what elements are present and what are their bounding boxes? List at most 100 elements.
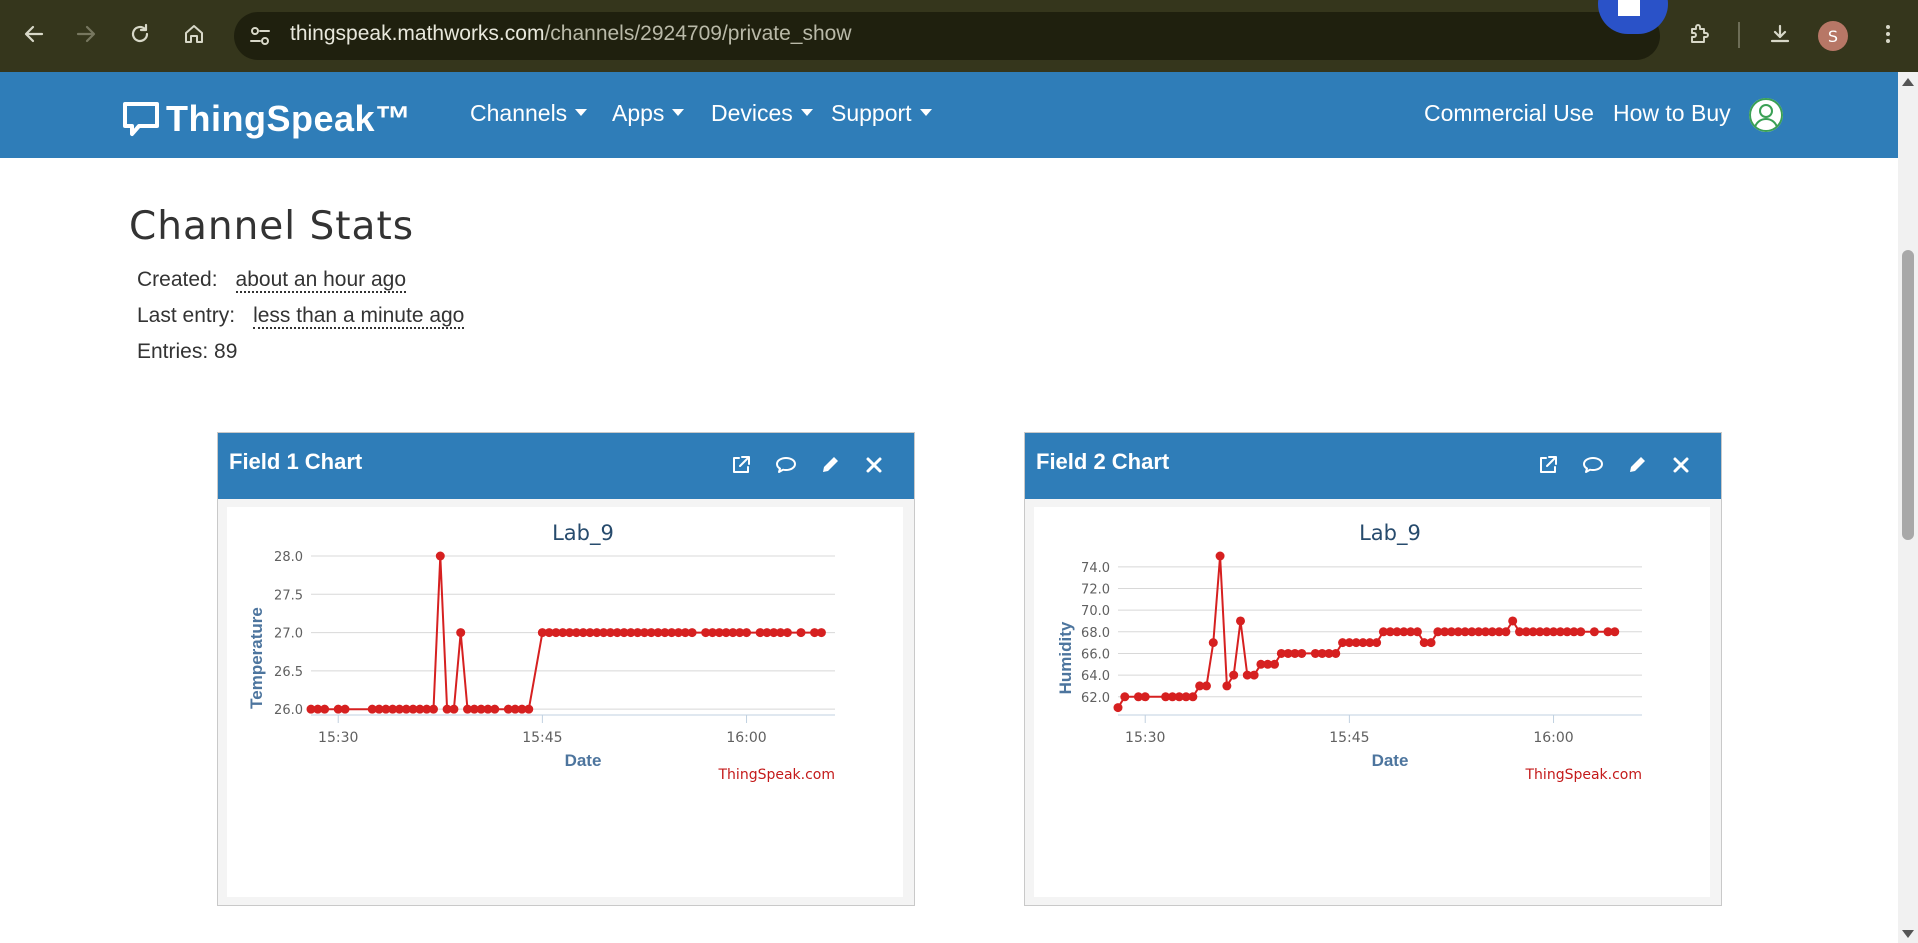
pencil-icon (823, 457, 838, 472)
y-tick-label: 27.5 (274, 588, 303, 603)
back-button[interactable] (16, 16, 52, 52)
download-icon (1770, 24, 1790, 43)
forward-button[interactable] (68, 16, 104, 52)
url-path: /channels/2924709/private_show (544, 22, 852, 45)
edit-button[interactable] (1624, 452, 1650, 478)
data-point (1188, 692, 1198, 702)
url-host: thingspeak.mathworks.com (290, 22, 545, 45)
stat-last-entry: Last entry: less than a minute ago (137, 304, 465, 329)
caret-down-icon (575, 109, 588, 117)
home-icon (185, 25, 203, 43)
reload-icon (131, 23, 149, 43)
data-point (524, 704, 534, 714)
data-point (1229, 670, 1239, 680)
y-tick-label: 70.0 (1081, 604, 1110, 619)
data-point (1426, 638, 1436, 648)
logo-text: ThingSpeak™ (166, 98, 412, 139)
data-point (1610, 627, 1620, 637)
x-tick-label: 15:45 (1329, 730, 1369, 746)
stat-entries: Entries: 89 (137, 340, 238, 363)
extension-letter-icon (1618, 0, 1640, 16)
menu-apps[interactable]: Apps (612, 100, 685, 127)
data-point (435, 551, 445, 561)
y-tick-label: 28.0 (274, 550, 303, 565)
commercial-use-link[interactable]: Commercial Use (1424, 100, 1594, 127)
menu-label: Devices (711, 100, 793, 126)
data-point (687, 628, 697, 638)
menu-devices[interactable]: Devices (711, 100, 813, 127)
toolbar-divider (1738, 22, 1740, 48)
close-icon (866, 457, 882, 473)
open-external-button[interactable] (1535, 452, 1561, 478)
scroll-down-icon[interactable] (1902, 930, 1914, 938)
data-point (1201, 681, 1211, 691)
stat-created: Created: about an hour ago (137, 268, 407, 293)
temperature-chart: Lab_9 Temperature Date ThingSpeak.com 26… (247, 521, 836, 783)
close-button[interactable] (861, 452, 887, 478)
data-point (449, 704, 459, 714)
extensions-button[interactable] (1681, 16, 1717, 52)
profile-avatar[interactable]: S (1818, 21, 1848, 51)
field-2-chart-panel: Field 2 Chart Lab_9 Humidity Date ThingS… (1024, 432, 1722, 906)
y-tick-label: 64.0 (1081, 669, 1110, 684)
menu-channels[interactable]: Channels (470, 100, 588, 127)
x-axis-label: Date (565, 751, 602, 770)
credit-link[interactable]: ThingSpeak.com (718, 767, 836, 783)
open-external-button[interactable] (728, 452, 754, 478)
comment-button[interactable] (1580, 452, 1606, 478)
edit-button[interactable] (817, 452, 843, 478)
x-tick-label: 15:30 (318, 730, 358, 746)
data-point (1297, 648, 1307, 658)
data-point (456, 628, 466, 638)
humidity-chart: Lab_9 Humidity Date ThingSpeak.com 62.0 6… (1056, 521, 1643, 783)
how-to-buy-link[interactable]: How to Buy (1613, 100, 1731, 127)
data-point (1120, 692, 1130, 702)
data-point (1208, 638, 1218, 648)
scroll-up-icon[interactable] (1902, 78, 1914, 86)
x-tick-label: 15:45 (522, 730, 562, 746)
comment-icon (1583, 457, 1603, 473)
thingspeak-logo[interactable]: ThingSpeak™ (122, 98, 412, 140)
panel-header: Field 2 Chart (1025, 433, 1721, 499)
close-button[interactable] (1668, 452, 1694, 478)
data-point (1270, 659, 1280, 669)
channel-stats-heading: Channel Stats (129, 204, 415, 249)
forward-arrow-icon (76, 25, 96, 43)
user-account-icon[interactable] (1747, 96, 1785, 134)
data-point (1215, 551, 1225, 561)
y-tick-label: 72.0 (1081, 582, 1110, 597)
data-point (1140, 692, 1150, 702)
close-icon (1673, 457, 1689, 473)
site-settings-icon[interactable] (246, 22, 274, 50)
comment-icon (776, 457, 796, 473)
site-navbar: ThingSpeak™ Channels Apps Devices Suppor… (0, 72, 1898, 158)
chart-area: Lab_9 Humidity Date ThingSpeak.com 62.0 6… (1034, 507, 1710, 897)
data-point (1249, 670, 1259, 680)
scrollbar-thumb[interactable] (1902, 250, 1914, 540)
data-point (1508, 616, 1518, 626)
reload-button[interactable] (122, 16, 158, 52)
y-tick-label: 66.0 (1081, 647, 1110, 662)
home-button[interactable] (176, 16, 212, 52)
caret-down-icon (672, 109, 685, 117)
stat-label: Created: (137, 268, 218, 291)
speech-bubble-icon (123, 102, 159, 136)
browser-menu-button[interactable] (1870, 16, 1906, 52)
browser-toolbar: thingspeak.mathworks.com/channels/292470… (0, 0, 1918, 72)
data-point (1113, 703, 1123, 713)
y-tick-label: 27.0 (274, 627, 303, 642)
y-tick-label: 62.0 (1081, 691, 1110, 706)
x-tick-label: 16:00 (726, 730, 766, 746)
data-point (1372, 638, 1382, 648)
credit-link[interactable]: ThingSpeak.com (1525, 767, 1643, 783)
data-point (1331, 648, 1341, 658)
downloads-button[interactable] (1762, 16, 1798, 52)
data-point (1222, 681, 1232, 691)
data-point (1576, 627, 1586, 637)
data-point (1235, 616, 1245, 626)
menu-support[interactable]: Support (831, 100, 932, 127)
y-tick-label: 26.5 (274, 665, 303, 680)
data-point (782, 628, 792, 638)
x-axis-label: Date (1372, 751, 1409, 770)
comment-button[interactable] (773, 452, 799, 478)
